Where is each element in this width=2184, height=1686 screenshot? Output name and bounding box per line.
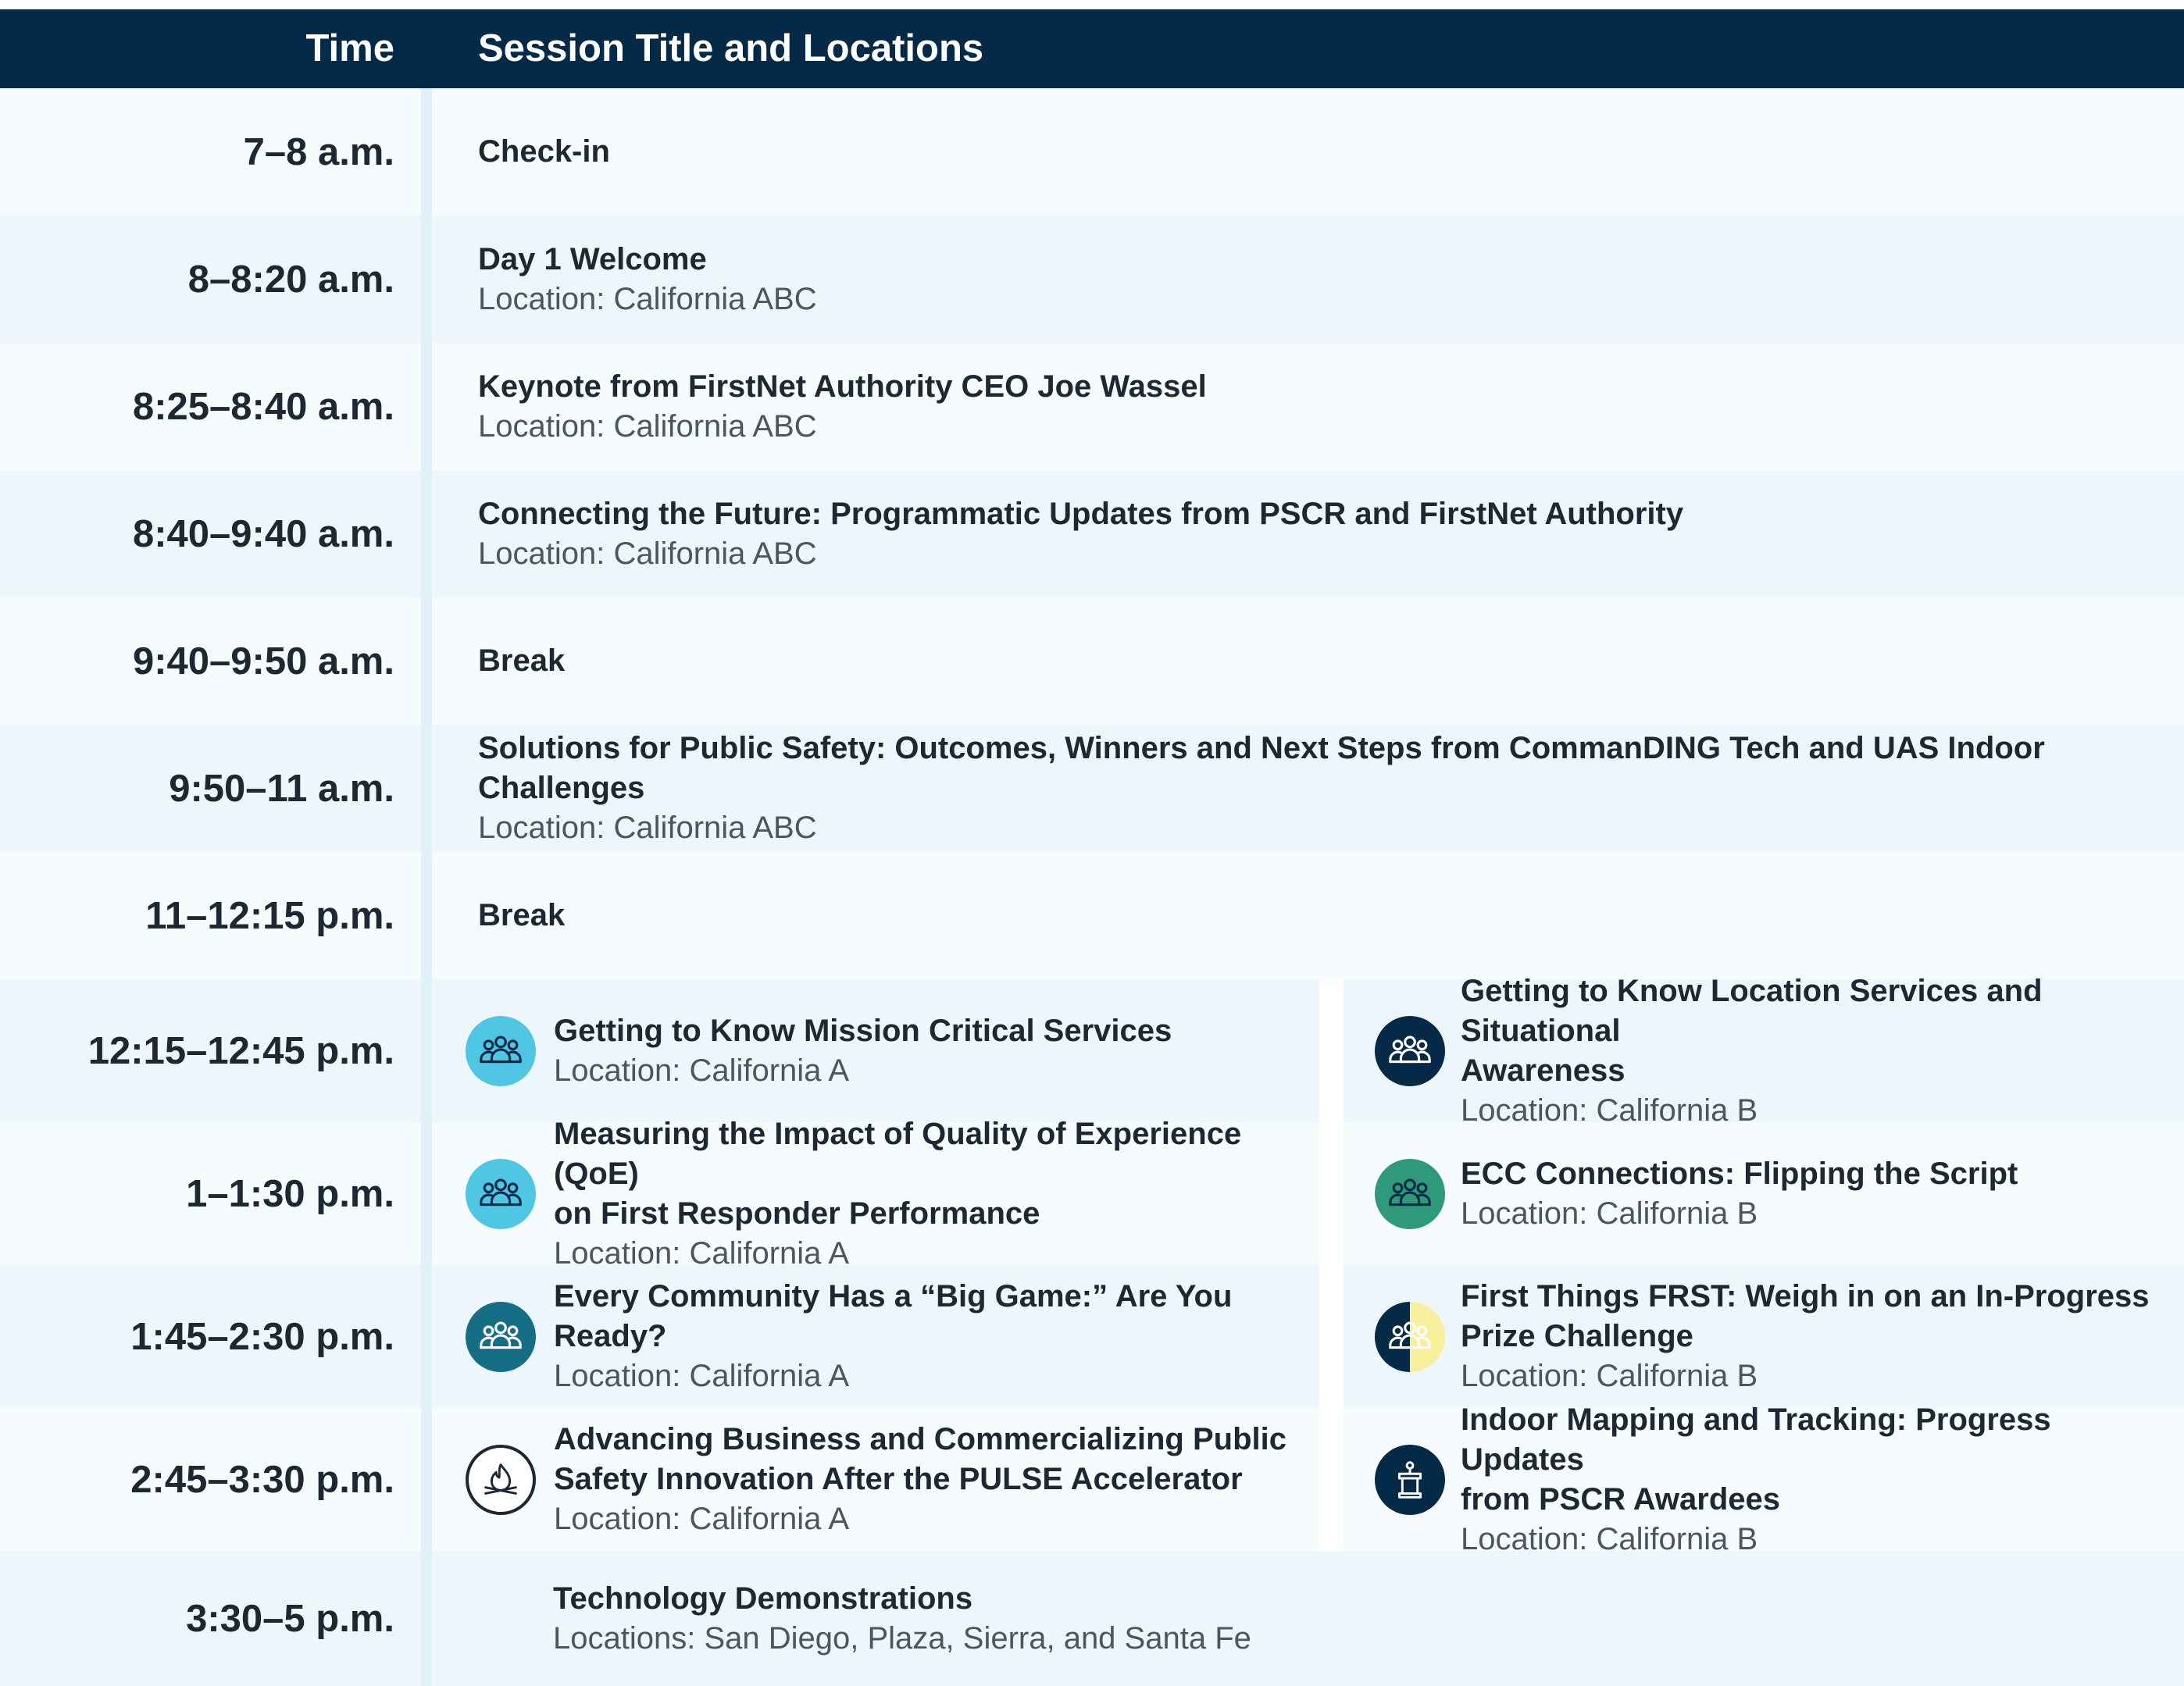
session-cell-left: Advancing Business and Commercializing P… xyxy=(432,1408,1319,1551)
session-title: Technology Demonstrations xyxy=(553,1581,973,1616)
session-cell-left: Every Community Has a “Big Game:” Are Yo… xyxy=(432,1265,1319,1408)
session-title: Every Community Has a “Big Game:” Are Yo… xyxy=(554,1279,1233,1353)
people-group-icon xyxy=(466,1015,536,1086)
column-gap xyxy=(1319,1408,1344,1551)
session-time: 2:45–3:30 p.m. xyxy=(130,1458,394,1501)
session-time: 8–8:20 a.m. xyxy=(187,258,394,301)
session-title: Break xyxy=(478,898,566,932)
podium-icon xyxy=(1375,1444,1445,1515)
session-location: Location: California A xyxy=(554,1502,850,1536)
session-location: Location: California A xyxy=(554,1053,850,1088)
session-title: Keynote from FirstNet Authority CEO Joe … xyxy=(478,369,1207,404)
session-title: Getting to Know Mission Critical Service… xyxy=(554,1013,1172,1048)
column-gap xyxy=(1319,1122,1344,1265)
session-cell-right: First Things FRST: Weigh in on an In-Pro… xyxy=(1344,1265,2184,1408)
session-time: 11–12:15 p.m. xyxy=(145,894,394,937)
campfire-icon xyxy=(466,1444,536,1515)
session-time: 9:50–11 a.m. xyxy=(169,767,394,810)
session-cell-left: Measuring the Impact of Quality of Exper… xyxy=(432,1117,1319,1271)
session-cell-right: Indoor Mapping and Tracking: Progress Up… xyxy=(1344,1403,2184,1556)
table-row: 8–8:20 a.m. Day 1 Welcome Location: Cali… xyxy=(0,216,2184,343)
session-location: Location: California A xyxy=(554,1359,850,1393)
table-row: 1–1:30 p.m. Measuring the Impact of Qual… xyxy=(0,1117,2184,1271)
session-location: Location: California ABC xyxy=(478,281,817,316)
table-header: Time Session Title and Locations xyxy=(0,9,2184,88)
session-title-line1: Getting to Know Location Services and Si… xyxy=(1461,973,2043,1048)
session-title-line2: Safety Innovation After the PULSE Accele… xyxy=(554,1462,1243,1496)
table-row: 9:50–11 a.m. Solutions for Public Safety… xyxy=(0,725,2184,852)
session-cell-right: ECC Connections: Flipping the Script Loc… xyxy=(1344,1122,2184,1265)
table-row: 9:40–9:50 a.m. Break xyxy=(0,597,2184,725)
table-row: 1:45–2:30 p.m. Every Community Has a “Bi… xyxy=(0,1265,2184,1408)
session-location: Location: California ABC xyxy=(478,536,817,571)
session-title-line1: Advancing Business and Commercializing P… xyxy=(554,1422,1286,1456)
session-cell-left: Getting to Know Mission Critical Service… xyxy=(432,979,1319,1122)
people-group-icon xyxy=(466,1301,536,1372)
session-time: 7–8 a.m. xyxy=(243,130,394,173)
session-time: 12:15–12:45 p.m. xyxy=(87,1029,394,1072)
session-title: Check-in xyxy=(478,134,610,169)
session-title: Connecting the Future: Programmatic Upda… xyxy=(478,496,1684,531)
column-gap xyxy=(1319,1265,1344,1408)
session-location: Location: California B xyxy=(1461,1359,1758,1393)
session-location: Locations: San Diego, Plaza, Sierra, and… xyxy=(553,1620,1251,1656)
people-group-icon xyxy=(1375,1158,1445,1229)
table-row: 2:45–3:30 p.m. Advancing Business and Co… xyxy=(0,1403,2184,1556)
table-row: 8:25–8:40 a.m. Keynote from FirstNet Aut… xyxy=(0,343,2184,470)
people-group-split-icon xyxy=(1375,1301,1445,1372)
column-gap xyxy=(1319,979,1344,1122)
session-time: 3:30–5 p.m. xyxy=(186,1597,394,1640)
session-time: 1–1:30 p.m. xyxy=(186,1172,394,1215)
session-title-line2: on First Responder Performance xyxy=(554,1196,1040,1231)
session-column-header: Session Title and Locations xyxy=(478,27,984,70)
session-title: Solutions for Public Safety: Outcomes, W… xyxy=(478,731,2045,805)
table-row: 8:40–9:40 a.m. Connecting the Future: Pr… xyxy=(0,470,2184,597)
people-group-icon xyxy=(1375,1015,1445,1086)
time-column-header: Time xyxy=(305,27,394,70)
session-cell-right: Getting to Know Location Services and Si… xyxy=(1344,974,2184,1128)
session-title: Day 1 Welcome xyxy=(478,241,707,276)
session-time: 8:40–9:40 a.m. xyxy=(132,512,394,555)
people-group-icon xyxy=(466,1158,536,1229)
agenda-table: Time Session Title and Locations 7–8 a.m… xyxy=(0,0,2184,1686)
table-row: 7–8 a.m. Check-in xyxy=(0,88,2184,216)
session-time: 1:45–2:30 p.m. xyxy=(130,1315,394,1358)
session-title-line1: Indoor Mapping and Tracking: Progress Up… xyxy=(1461,1402,2051,1477)
table-row: 12:15–12:45 p.m. Getting to Know Mission… xyxy=(0,974,2184,1128)
session-location: Location: California ABC xyxy=(478,408,817,444)
session-time: 9:40–9:50 a.m. xyxy=(132,640,394,683)
session-title-line2: Awareness xyxy=(1461,1053,1626,1088)
session-title-line1: Measuring the Impact of Quality of Exper… xyxy=(554,1116,1242,1191)
session-title-line1: First Things FRST: Weigh in on an In-Pro… xyxy=(1461,1279,2150,1314)
session-location: Location: California B xyxy=(1461,1196,1758,1231)
table-row: 3:30–5 p.m. Technology Demonstrations Lo… xyxy=(0,1551,2184,1686)
column-divider xyxy=(421,88,432,1686)
session-location: Location: California ABC xyxy=(478,811,817,845)
session-title-line2: Prize Challenge xyxy=(1461,1319,1693,1353)
session-title: Break xyxy=(478,643,566,678)
session-title: ECC Connections: Flipping the Script xyxy=(1461,1156,2018,1191)
session-time: 8:25–8:40 a.m. xyxy=(132,385,394,428)
session-title-line2: from PSCR Awardees xyxy=(1461,1481,1781,1517)
table-row: 11–12:15 p.m. Break xyxy=(0,852,2184,979)
